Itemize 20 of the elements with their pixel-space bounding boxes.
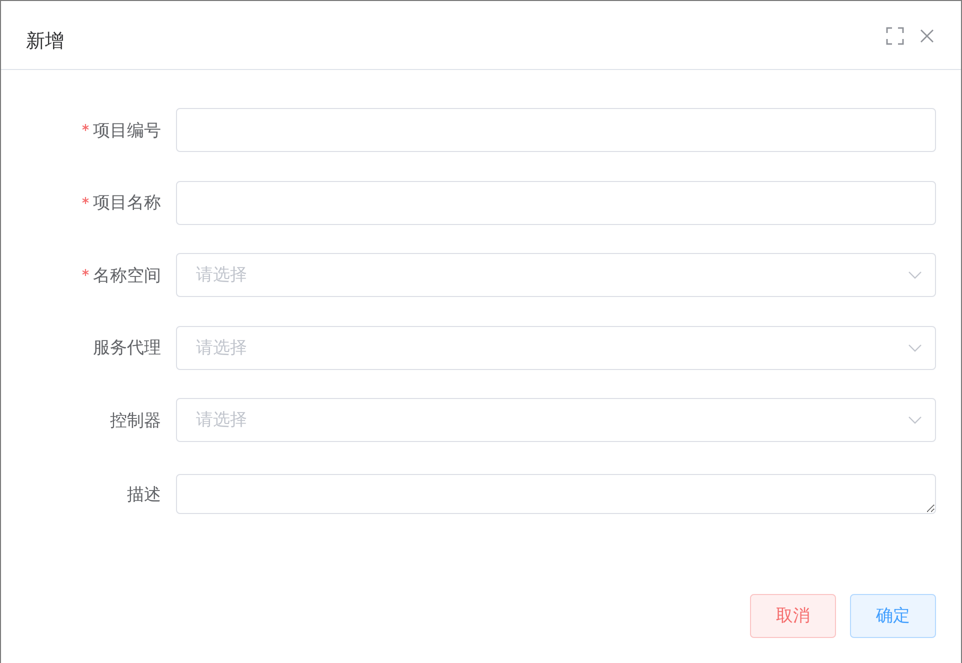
textarea-field[interactable] xyxy=(176,474,936,514)
field-label: 服务代理 xyxy=(93,337,161,359)
field-label: 项目编号 xyxy=(93,120,161,142)
field-label: 项目名称 xyxy=(93,192,161,214)
confirm-button[interactable]: 确定 xyxy=(850,594,936,638)
close-icon[interactable] xyxy=(920,28,934,42)
chevron-down-icon[interactable] xyxy=(908,416,922,424)
field-label: 名称空间 xyxy=(93,264,161,286)
dialog-title: 新增 xyxy=(26,29,64,54)
select-field[interactable]: 请选择 xyxy=(176,398,936,442)
chevron-down-icon[interactable] xyxy=(908,271,922,279)
field-label: 控制器 xyxy=(110,410,161,432)
select-field[interactable]: 请选择 xyxy=(176,253,936,297)
cancel-button[interactable]: 取消 xyxy=(750,594,836,638)
field-label: 描述 xyxy=(127,484,161,506)
fullscreen-icon[interactable] xyxy=(886,26,904,44)
select-field[interactable]: 请选择 xyxy=(176,326,936,370)
text-input-field[interactable] xyxy=(176,108,936,152)
text-input-field[interactable] xyxy=(176,180,936,224)
chevron-down-icon[interactable] xyxy=(908,344,922,352)
